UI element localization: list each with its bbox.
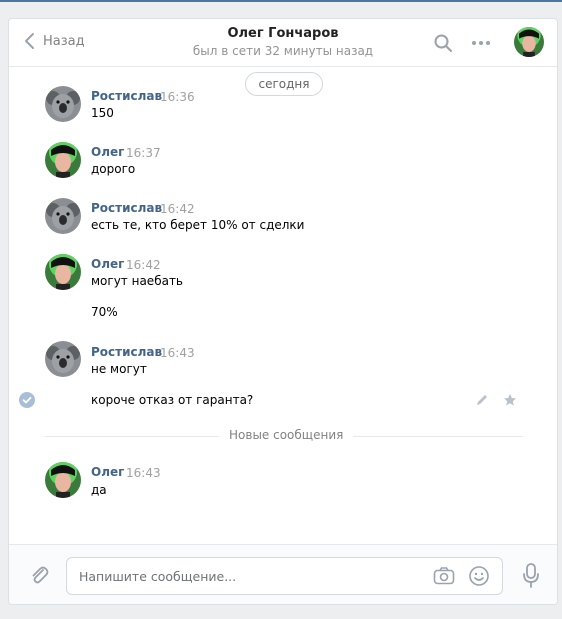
message-author[interactable]: Ростислав: [91, 201, 162, 215]
oleg-avatar[interactable]: [45, 142, 81, 178]
more-icon[interactable]: [471, 37, 491, 49]
search-icon[interactable]: [433, 33, 453, 53]
chat-panel: Назад Олег Гончаров был в сети 32 минуты…: [8, 18, 558, 605]
koala-avatar[interactable]: [45, 198, 81, 234]
peer-avatar[interactable]: [514, 27, 544, 57]
chat-header: Назад Олег Гончаров был в сети 32 минуты…: [9, 19, 557, 67]
koala-avatar[interactable]: [45, 86, 81, 122]
message-time[interactable]: 16:42: [126, 258, 161, 272]
message-text: могут наебать: [91, 274, 184, 288]
message-time[interactable]: 16:42: [160, 202, 195, 216]
oleg-avatar[interactable]: [45, 462, 81, 498]
top-accent-line: [0, 0, 562, 2]
message-time[interactable]: 16:36: [160, 90, 195, 104]
oleg-avatar[interactable]: [45, 254, 81, 290]
message-text: короче отказ от гаранта?: [91, 393, 254, 407]
composer: [9, 544, 557, 604]
message-text: 150: [91, 106, 114, 120]
smile-icon[interactable]: [468, 565, 490, 587]
message-author[interactable]: Олег: [91, 257, 124, 271]
microphone-icon[interactable]: [522, 563, 540, 589]
message-author[interactable]: Ростислав: [91, 89, 162, 103]
message-time[interactable]: 16:43: [126, 466, 161, 480]
selected-check-icon[interactable]: [19, 392, 35, 408]
new-messages-label: Новые сообщения: [219, 428, 354, 442]
message-time[interactable]: 16:37: [126, 146, 161, 160]
message-input[interactable]: [79, 558, 419, 594]
message-text: есть те, кто берет 10% от сделки: [91, 218, 305, 232]
message-text: 70%: [91, 305, 118, 319]
message-text: не могут: [91, 362, 147, 376]
message-author[interactable]: Ростислав: [91, 345, 162, 359]
date-pill: сегодня: [245, 72, 323, 96]
message-input-box: [66, 557, 503, 595]
paperclip-icon[interactable]: [29, 565, 51, 587]
message-time[interactable]: 16:43: [160, 346, 195, 360]
message-text: дорого: [91, 162, 136, 176]
message-text: да: [91, 483, 107, 497]
message-author[interactable]: Олег: [91, 465, 124, 479]
message-author[interactable]: Олег: [91, 145, 124, 159]
edit-icon[interactable]: [475, 393, 489, 407]
koala-avatar[interactable]: [45, 341, 81, 377]
camera-icon[interactable]: [433, 566, 455, 586]
star-icon[interactable]: [503, 393, 517, 407]
